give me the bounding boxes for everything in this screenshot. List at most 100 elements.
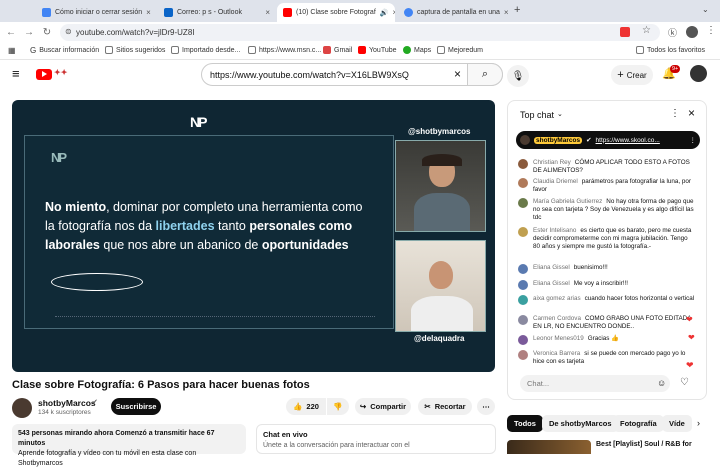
- bookmark-label: Importado desde...: [182, 46, 241, 54]
- back-icon[interactable]: ←: [4, 26, 18, 40]
- close-tab-icon[interactable]: ×: [504, 8, 509, 17]
- chat-message[interactable]: Carmen Cordova COMO GRABO UNA FOTO EDITAD…: [518, 315, 696, 331]
- pinned-link[interactable]: https://www.skool.co...: [596, 137, 660, 144]
- tab-1[interactable]: Cómo iniciar o cerrar sesión ×: [36, 3, 156, 22]
- like-button[interactable]: 👍 220: [286, 398, 326, 415]
- chat-input[interactable]: Chat...: [520, 375, 670, 392]
- tab-4[interactable]: captura de pantalla en una ×: [398, 3, 510, 22]
- url-bar[interactable]: ⊜ youtube.com/watch?v=jlDr9-UZ8I ☆: [60, 24, 660, 41]
- url-text: youtube.com/watch?v=jlDr9-UZ8I: [76, 28, 195, 37]
- browser-menu-icon[interactable]: ⋮: [706, 25, 716, 36]
- slide-text-part: oportunidades: [261, 238, 349, 252]
- chat-message[interactable]: Ester Intelisano es cierto que es barato,…: [518, 227, 696, 251]
- close-chat-icon[interactable]: ×: [688, 106, 695, 120]
- tab-title: (10) Clase sobre Fotograf: [296, 9, 376, 16]
- site-info-icon[interactable]: ⊜: [65, 27, 72, 36]
- scissors-icon: ✂: [424, 402, 431, 411]
- chat-message[interactable]: Veronica Barrera si se puede con mercado …: [518, 350, 696, 366]
- chat-author: Eliana Gissel: [533, 280, 570, 287]
- bookmark-label: Mejoredum: [448, 46, 484, 54]
- reload-icon[interactable]: ↻: [40, 26, 54, 40]
- search-input[interactable]: https://www.youtube.com/watch?v=X16LBW9X…: [201, 63, 503, 86]
- chip-label: De shotbyMarcos: [549, 419, 612, 428]
- recommended-thumbnail[interactable]: [507, 440, 591, 454]
- bookmark-mejoredum[interactable]: Mejoredum: [437, 46, 483, 54]
- new-tab-icon[interactable]: +: [514, 4, 520, 16]
- chat-text: cuando hacer fotos horizontal o vertical: [584, 295, 695, 302]
- chip-all[interactable]: Todos: [507, 415, 543, 432]
- all-bookmarks[interactable]: Todos los favoritos: [636, 46, 705, 54]
- profile-avatar[interactable]: [686, 26, 698, 38]
- subscribe-button[interactable]: Suscribirse: [111, 398, 161, 415]
- hamburger-menu-icon[interactable]: ≡: [12, 66, 20, 81]
- chat-avatar: [518, 178, 528, 188]
- top-chat-dropdown[interactable]: Top chat ⌄: [520, 110, 563, 120]
- pinned-menu-icon[interactable]: ⋮: [690, 136, 697, 144]
- slide-footer-line: [55, 316, 375, 320]
- channel-avatar[interactable]: [12, 398, 32, 418]
- apps-icon[interactable]: ▦: [8, 46, 16, 55]
- forward-icon[interactable]: →: [22, 26, 36, 40]
- bookmark-star-icon[interactable]: ☆: [642, 25, 651, 36]
- chip-channel[interactable]: De shotbyMarcos: [542, 415, 619, 432]
- chat-message[interactable]: Eliana Gissel Me voy a inscribir!!!: [518, 280, 696, 290]
- close-tab-icon[interactable]: ×: [265, 8, 270, 17]
- chat-message-body: Carmen Cordova COMO GRABO UNA FOTO EDITAD…: [533, 315, 696, 331]
- chip-photography[interactable]: Fotografía: [613, 415, 664, 432]
- chat-message[interactable]: Claudia Driemel parámetros para fotografi…: [518, 178, 696, 194]
- create-button[interactable]: + Crear: [611, 65, 653, 85]
- search-text: https://www.youtube.com/watch?v=X16LBW9X…: [210, 69, 409, 80]
- folder-icon: [171, 46, 179, 54]
- chat-message-body: aixa gomez arias cuando hacer fotos horiz…: [533, 295, 694, 305]
- chat-message[interactable]: aixa gomez arias cuando hacer fotos horiz…: [518, 295, 696, 305]
- emoji-icon[interactable]: ☺: [657, 378, 666, 388]
- extension-puzzle-icon[interactable]: ⓚ: [668, 26, 677, 39]
- channel-name[interactable]: shotbyMarcos: [38, 398, 96, 408]
- bookmark-buscar[interactable]: G Buscar información: [30, 46, 99, 55]
- clear-search-icon[interactable]: ×: [454, 67, 461, 81]
- youtube-header: ≡ ✦✦ https://www.youtube.com/watch?v=X16…: [0, 60, 720, 90]
- more-actions-button[interactable]: ⋯: [477, 398, 495, 415]
- bookmark-maps[interactable]: Maps: [403, 46, 431, 54]
- search-icon: ⌕: [481, 68, 489, 80]
- search-button[interactable]: ⌕: [467, 63, 503, 86]
- slide-text: No miento, dominar por completo una herr…: [45, 198, 365, 255]
- account-avatar[interactable]: [690, 65, 707, 82]
- clip-button[interactable]: ✂ Recortar: [418, 398, 472, 415]
- tab-menu-icon[interactable]: ⌄: [702, 5, 709, 14]
- bookmark-sitios[interactable]: Sitios sugeridos: [105, 46, 165, 54]
- recommended-title[interactable]: Best [Playlist] Soul / R&B for: [596, 441, 692, 448]
- page-icon: [248, 46, 256, 54]
- dislike-button[interactable]: 👎: [327, 398, 349, 415]
- bookmark-youtube[interactable]: YouTube: [358, 46, 397, 54]
- close-tab-icon[interactable]: ×: [392, 8, 395, 17]
- chat-message[interactable]: María Gabriela Gutierrez No hay otra form…: [518, 198, 696, 222]
- chat-avatar: [518, 350, 528, 360]
- bookmark-gmail[interactable]: Gmail: [323, 46, 352, 54]
- video-player[interactable]: NP @shotbymarcos NP No miento, dominar p…: [12, 100, 495, 372]
- chat-author: Ester Intelisano: [533, 227, 577, 234]
- chat-message-body: Ester Intelisano es cierto que es barato,…: [533, 227, 696, 251]
- chat-menu-icon[interactable]: ⋮: [670, 108, 680, 119]
- chip-label: Todos: [514, 419, 536, 428]
- chevron-right-icon[interactable]: ›: [697, 418, 700, 428]
- thumbs-up-icon: 👍: [293, 402, 303, 411]
- chip-video[interactable]: Víde: [662, 415, 692, 432]
- chat-message[interactable]: Eliana Gissel buenisimo!!!: [518, 264, 696, 274]
- tab-2[interactable]: Correo: p s - Outlook ×: [158, 3, 276, 22]
- heart-button-icon[interactable]: ♡: [680, 377, 689, 388]
- bookmark-importado[interactable]: Importado desde...: [171, 46, 240, 54]
- microphone-icon[interactable]: 🎙: [507, 65, 529, 87]
- bookmark-msn[interactable]: https://www.msn.c...: [248, 46, 321, 54]
- speaker-icon[interactable]: 🔊: [380, 9, 389, 17]
- close-tab-icon[interactable]: ×: [146, 8, 151, 17]
- tab-3-active[interactable]: (10) Clase sobre Fotograf 🔊 ×: [277, 3, 395, 22]
- share-button[interactable]: ↪ Compartir: [355, 398, 411, 415]
- extension-icon[interactable]: [620, 27, 630, 37]
- chat-author: Claudia Driemel: [533, 178, 578, 185]
- pinned-message[interactable]: shotbyMarcos ✔ https://www.skool.co... ⋮: [516, 131, 700, 149]
- chat-message[interactable]: Christian Rey CÓMO APLICAR TODO ESTO A FO…: [518, 159, 696, 175]
- pinned-author: shotbyMarcos: [534, 136, 583, 144]
- chat-author: Leonor Menes019: [533, 335, 584, 342]
- chat-message[interactable]: Leonor Menes019 Gracias 👍: [518, 335, 696, 345]
